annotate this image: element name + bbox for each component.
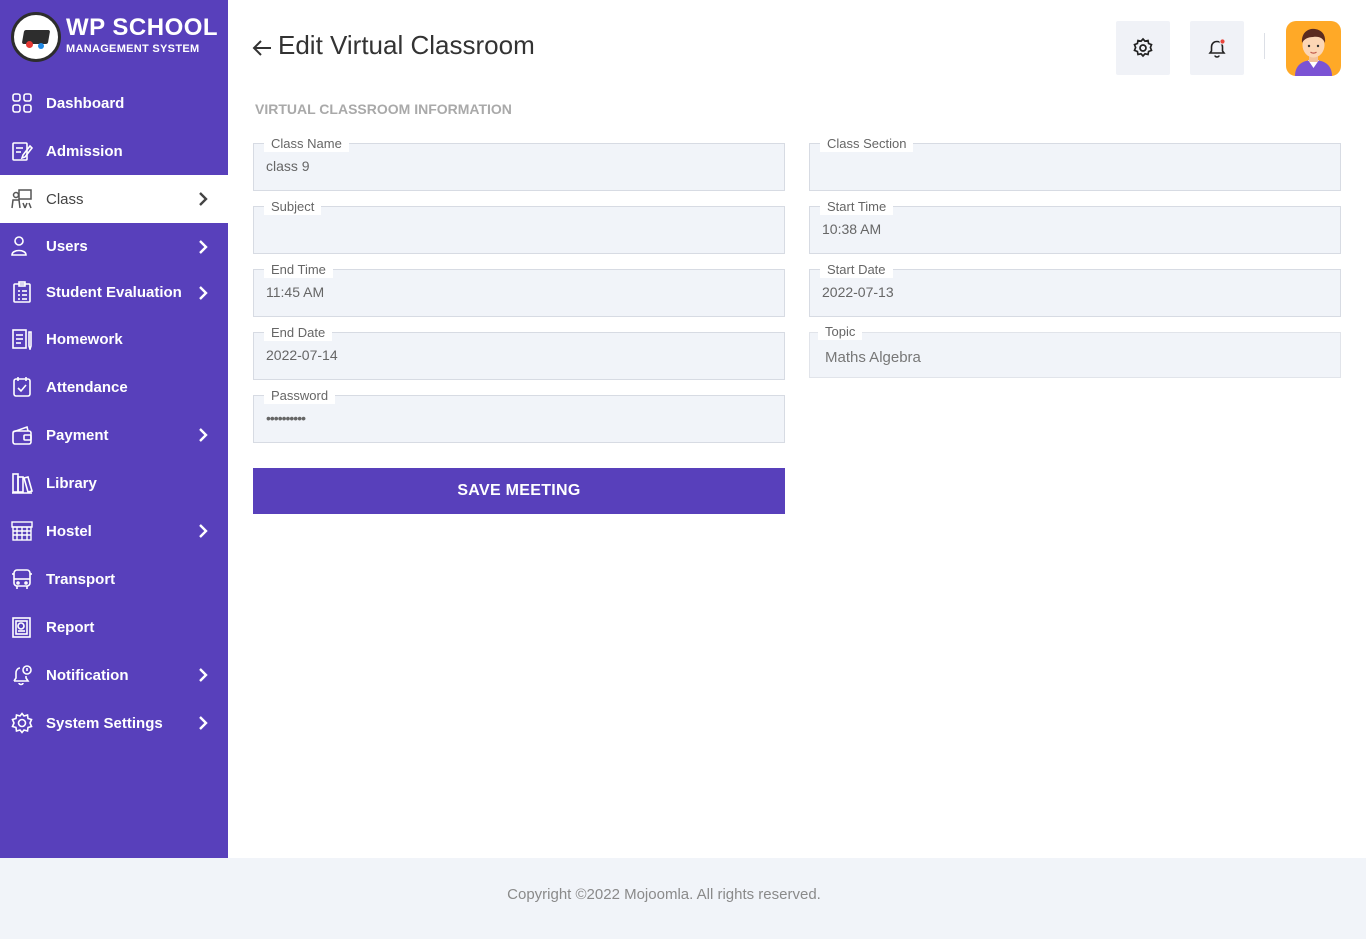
sidebar-item-system-settings[interactable]: System Settings [0,699,228,747]
chevron-right-icon [199,428,208,442]
topic-value: Maths Algebra [825,349,921,366]
sidebar-item-users[interactable]: Users [0,223,228,269]
library-icon [11,472,33,494]
arrow-left-icon[interactable] [251,37,273,59]
sidebar-item-attendance[interactable]: Attendance [0,363,228,411]
chevron-right-icon [199,524,208,538]
end-date-label: End Date [264,325,333,341]
settings-button[interactable] [1116,21,1170,75]
start-time-field[interactable]: Start Time 10:38 AM [809,199,1341,254]
admission-icon [11,140,33,162]
sidebar-item-label: Class [46,190,84,208]
users-icon [11,235,33,257]
user-avatar-icon [1295,28,1332,76]
chevron-right-icon [199,286,208,300]
end-time-label: End Time [264,262,333,278]
sidebar-item-student-evaluation[interactable]: Student Evaluation [0,269,228,315]
sidebar-item-admission[interactable]: Admission [0,127,228,175]
password-label: Password [264,388,336,404]
chevron-right-icon [199,668,208,682]
sidebar-item-label: Users [46,237,88,255]
start-date-field[interactable]: Start Date 2022-07-13 [809,262,1341,317]
start-time-label: Start Time [820,199,894,215]
gear-icon [1133,37,1153,58]
sidebar-item-label: Notification [46,666,129,684]
sidebar: WP SCHOOL MANAGEMENT SYSTEM Dashboard Ad… [0,0,228,858]
class-icon [11,188,33,210]
class-section-label: Class Section [820,136,914,152]
class-section-field[interactable]: Class Section [809,136,1341,191]
class-name-field[interactable]: Class Name class 9 [253,136,785,191]
sidebar-item-dashboard[interactable]: Dashboard [0,79,228,127]
password-value: •••••••••• [266,410,306,426]
attendance-icon [11,376,33,398]
end-date-field[interactable]: End Date 2022-07-14 [253,325,785,380]
end-date-value: 2022-07-14 [266,347,338,363]
sidebar-item-report[interactable]: Report [0,603,228,651]
footer: Copyright ©2022 Mojoomla. All rights res… [0,858,1366,939]
brand-logo[interactable]: WP SCHOOL MANAGEMENT SYSTEM [11,12,221,62]
chevron-right-icon [199,240,208,254]
sidebar-item-hostel[interactable]: Hostel [0,507,228,555]
end-time-value: 11:45 AM [266,284,325,300]
sidebar-item-label: Student Evaluation [46,283,182,301]
sidebar-item-label: Homework [46,330,123,348]
avatar[interactable] [1286,21,1341,76]
copyright-text: Copyright ©2022 Mojoomla. All rights res… [507,886,821,903]
start-date-label: Start Date [820,262,893,278]
page-title: Edit Virtual Classroom [278,30,535,60]
sidebar-item-notification[interactable]: Notification [0,651,228,699]
topic-label: Topic [818,324,863,340]
notification-icon [11,664,33,686]
password-field[interactable]: Password •••••••••• [253,388,785,443]
class-name-value: class 9 [266,158,310,174]
class-name-label: Class Name [264,136,349,152]
start-date-value: 2022-07-13 [822,284,894,300]
end-time-field[interactable]: End Time 11:45 AM [253,262,785,317]
bell-icon [1208,38,1226,58]
sidebar-item-label: Payment [46,426,109,444]
sidebar-item-class[interactable]: Class [0,175,228,223]
sidebar-item-homework[interactable]: Homework [0,315,228,363]
notifications-button[interactable] [1190,21,1244,75]
chevron-right-icon [199,192,208,206]
topic-field[interactable]: Topic Maths Algebra [809,324,1341,378]
section-heading: VIRTUAL CLASSROOM INFORMATION [255,101,512,117]
save-meeting-button[interactable]: SAVE MEETING [253,468,785,514]
transport-icon [11,568,33,590]
brand-title: WP SCHOOL [66,14,219,41]
school-logo-icon [11,12,61,62]
hostel-icon [11,520,33,542]
sidebar-item-label: Admission [46,142,123,160]
homework-icon [11,328,33,350]
dashboard-icon [11,92,33,114]
sidebar-item-label: Library [46,474,97,492]
chevron-right-icon [199,716,208,730]
brand-subtitle: MANAGEMENT SYSTEM [66,43,200,55]
sidebar-item-label: Transport [46,570,116,588]
evaluation-icon [11,281,33,303]
payment-icon [11,424,33,446]
sidebar-item-label: Report [46,618,95,636]
sidebar-item-payment[interactable]: Payment [0,411,228,459]
sidebar-item-label: Attendance [46,378,128,396]
sidebar-nav: Dashboard Admission Class Users Student … [0,79,228,747]
subject-field[interactable]: Subject [253,199,785,254]
sidebar-item-transport[interactable]: Transport [0,555,228,603]
start-time-value: 10:38 AM [822,221,882,237]
header-divider [1264,33,1265,59]
system-settings-icon [11,712,33,734]
report-icon [11,616,33,638]
sidebar-item-label: System Settings [46,714,163,732]
sidebar-item-label: Hostel [46,522,92,540]
subject-label: Subject [264,199,322,215]
sidebar-item-label: Dashboard [46,94,125,112]
sidebar-item-library[interactable]: Library [0,459,228,507]
